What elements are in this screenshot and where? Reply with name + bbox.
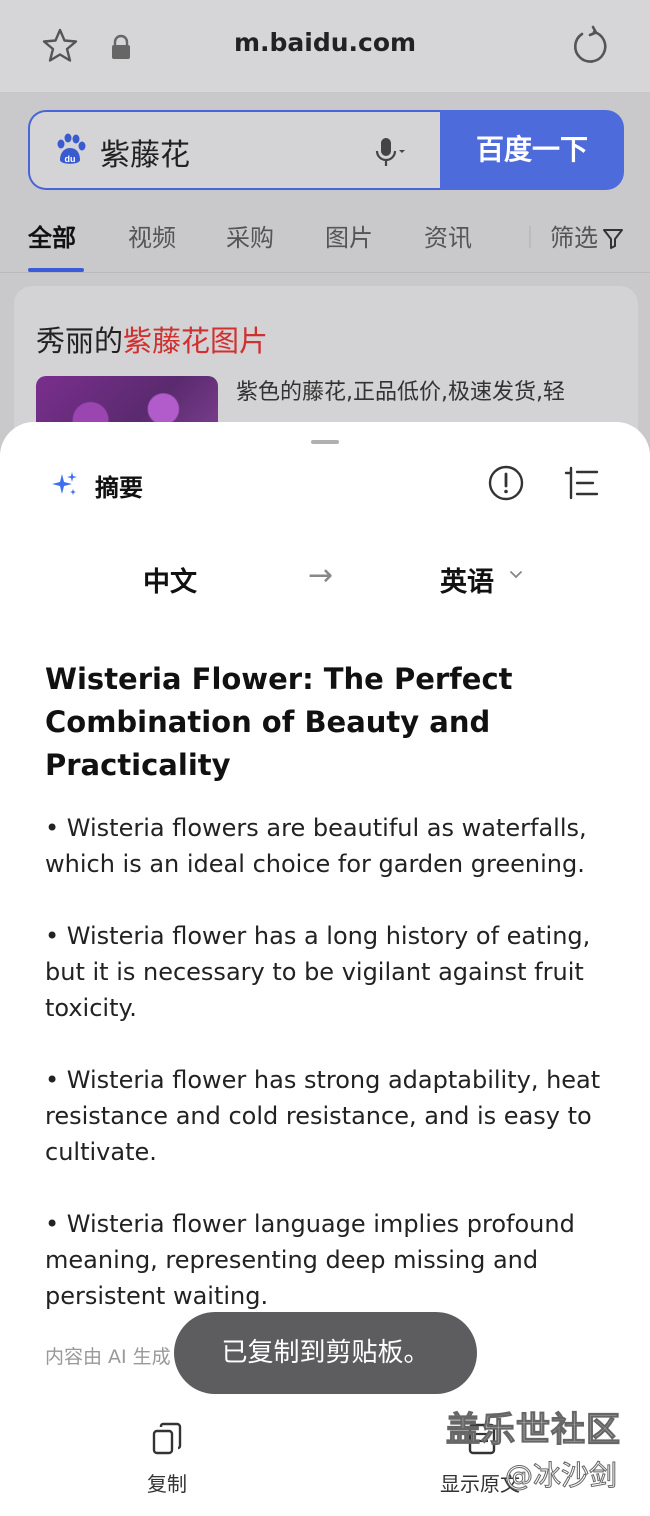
search-query: 紫藤花 [100, 138, 190, 173]
search-button[interactable]: 百度一下 [440, 110, 624, 190]
translate-arrow-icon: → [308, 558, 334, 593]
outline-list-icon[interactable] [563, 466, 599, 500]
baidu-paw-icon: du [57, 133, 86, 164]
reload-icon[interactable] [569, 25, 611, 67]
search-input[interactable]: du 紫藤花 [28, 110, 440, 190]
summary-title: Wisteria Flower: The Perfect Combination… [45, 662, 513, 782]
summary-sheet: 摘要 中文 → 英语 Wisteria Flower: The Perfect … [0, 422, 650, 1516]
exclamation-icon[interactable] [487, 464, 525, 502]
result-title[interactable]: 秀丽的紫藤花图片 [36, 318, 268, 360]
watermark-author: @冰沙剑 [504, 1459, 618, 1493]
summary-label: 摘要 [95, 474, 143, 502]
copy-icon[interactable] [151, 1422, 183, 1456]
tab-overflow: 丨 [518, 224, 542, 252]
tab-all[interactable]: 全部 [28, 218, 76, 253]
search-tabs: 全部 视频 采购 图片 资讯 丨 筛选 [0, 212, 650, 273]
summary-bullet: • Wisteria flowers are beautiful as wate… [45, 814, 587, 878]
summary-bullet: • Wisteria flower has a long history of … [45, 922, 591, 1022]
copied-toast: 已复制到剪贴板。 [174, 1312, 477, 1394]
drag-handle[interactable] [311, 440, 339, 444]
filter-label: 筛选 [550, 224, 598, 252]
tab-purchase[interactable]: 采购 [226, 218, 274, 253]
sparkle-icon [52, 472, 77, 495]
chevron-down-icon[interactable] [509, 570, 523, 580]
summary-bullet: • Wisteria flower has strong adaptabilit… [45, 1066, 601, 1166]
browser-toolbar: m.baidu.com [0, 0, 650, 93]
filter-button[interactable]: 筛选 [550, 218, 624, 253]
target-language[interactable]: 英语 [440, 560, 494, 599]
summary-bullet: • Wisteria flower language implies profo… [45, 1210, 575, 1310]
result-title-prefix: 秀丽的 [36, 324, 124, 358]
active-tab-indicator [28, 268, 84, 272]
copy-button-label[interactable]: 复制 [147, 1468, 187, 1497]
microphone-icon[interactable] [375, 136, 405, 170]
result-title-highlight: 紫藤花图片 [123, 324, 269, 358]
search-area: du 紫藤花 百度一下 全部 视频 采购 图片 资讯 丨 筛选 [0, 92, 650, 273]
ai-generated-note: 内容由 AI 生成 [45, 1346, 171, 1368]
filter-icon [603, 229, 623, 249]
result-description: 紫色的藤花,正品低价,极速发货,轻 [236, 380, 565, 405]
source-language[interactable]: 中文 [143, 560, 197, 599]
tab-images[interactable]: 图片 [325, 218, 373, 253]
url-text[interactable]: m.baidu.com [0, 28, 650, 57]
tab-video[interactable]: 视频 [128, 218, 176, 253]
svg-text:du: du [65, 154, 76, 164]
watermark-community: 盖乐世社区 [445, 1409, 621, 1450]
tab-news[interactable]: 资讯 [424, 218, 472, 253]
